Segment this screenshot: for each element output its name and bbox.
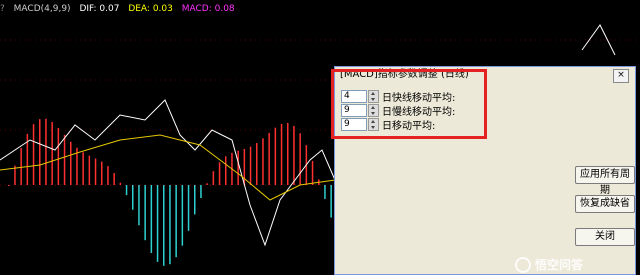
close-button[interactable]: 关闭 [575, 228, 635, 246]
dialog-title: [MACD]指标参数调整 (日线) [335, 67, 635, 83]
signal-ma-spinner-icon[interactable] [368, 118, 379, 131]
macd-bar [311, 160, 314, 185]
macd-bar [8, 185, 10, 186]
macd-bar [293, 125, 295, 185]
macd-bar [256, 143, 258, 185]
macd-bar [212, 171, 215, 185]
macd-bar [249, 146, 252, 185]
macd-bar [206, 183, 208, 185]
macd-bar [32, 124, 35, 185]
macd-bar [20, 148, 22, 185]
macd-bar [218, 162, 221, 185]
macd-bar [163, 185, 165, 266]
dialog-close-icon[interactable]: × [613, 69, 629, 83]
slow-ma-spinner-icon[interactable] [368, 104, 379, 117]
slow-ma-label: 日慢线移动平均: [382, 107, 456, 118]
watermark-text: 悟空问答 [535, 258, 584, 272]
macd-bar [113, 173, 115, 185]
macd-bar [39, 119, 41, 185]
fast-ma-input[interactable]: 4 [341, 90, 367, 103]
macd-bar [237, 150, 239, 185]
macd-bar [187, 185, 190, 231]
header-prefix: ? [0, 4, 5, 14]
macd-bar [125, 185, 128, 196]
macd-bar [150, 185, 153, 253]
macd-bar [101, 161, 103, 185]
fast-ma-spinner-icon[interactable] [368, 90, 379, 103]
param-row-signal: 9 日移动平均: [341, 118, 436, 132]
macd-bar [51, 122, 53, 185]
indicator-name: MACD(4,9,9) [13, 4, 71, 14]
macd-bar [107, 166, 109, 185]
macd-bar [274, 127, 277, 185]
macd-bar [132, 185, 134, 210]
macd-bar [144, 185, 146, 241]
signal-ma-input[interactable]: 9 [341, 118, 367, 131]
fast-ma-label: 日快线移动平均: [382, 93, 456, 104]
macd-bar [88, 155, 91, 185]
macd-bar [200, 185, 202, 199]
param-row-slow: 9 日慢线移动平均: [341, 104, 456, 118]
dea-value: DEA: 0.03 [128, 4, 173, 14]
macd-bar [63, 134, 66, 185]
macd-bar [45, 118, 47, 185]
dea-line [0, 134, 336, 201]
macd-bar [169, 185, 171, 265]
macd-param-dialog: [MACD]指标参数调整 (日线) × 4 日快线移动平均: 9 日慢线移动平均… [334, 66, 636, 275]
macd-bar [70, 141, 72, 185]
macd-bar [324, 185, 326, 199]
macd-bar [262, 138, 264, 185]
dif-value: DIF: 0.07 [79, 4, 120, 14]
macd-bar [175, 185, 177, 258]
macd-bar [287, 122, 289, 185]
indicator-header: ? MACD(4,9,9) DIF: 0.07 DEA: 0.03 MACD: … [0, 2, 241, 16]
slow-ma-input[interactable]: 9 [341, 104, 367, 117]
dif-line [0, 99, 336, 247]
macd-value: MACD: 0.08 [181, 4, 235, 14]
macd-bar [156, 185, 159, 262]
macd-bar [299, 133, 301, 185]
wukong-logo-icon [515, 256, 531, 273]
macd-bar [57, 127, 60, 185]
macd-bar [330, 185, 332, 218]
signal-ma-label: 日移动平均: [382, 121, 436, 132]
watermark: 悟空问答 [515, 256, 583, 273]
restore-default-button[interactable]: 恢复成缺省 [575, 195, 635, 213]
macd-bar [280, 123, 283, 185]
apply-all-periods-button[interactable]: 应用所有周期 [575, 166, 635, 196]
macd-bar [268, 132, 270, 185]
macd-bar [119, 182, 122, 185]
macd-bar [82, 152, 84, 185]
macd-bar [138, 185, 140, 226]
macd-bar [225, 156, 227, 185]
macd-bar [194, 185, 196, 215]
macd-bar [94, 158, 97, 185]
macd-bar [181, 185, 184, 246]
param-row-fast: 4 日快线移动平均: [341, 90, 456, 104]
